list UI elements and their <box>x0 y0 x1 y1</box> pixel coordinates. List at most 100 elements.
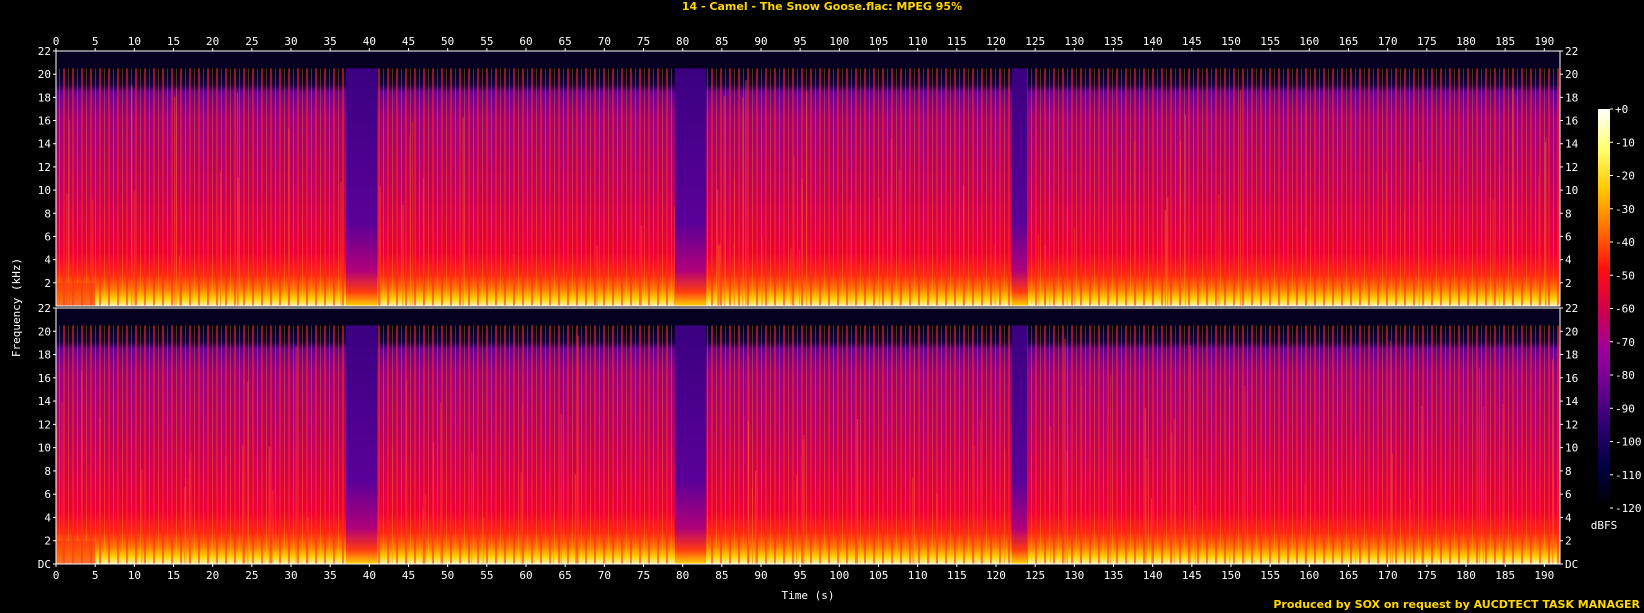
x-tick-label-top: 20 <box>206 35 219 48</box>
y-tick-label: 2 <box>44 535 51 548</box>
transient-line <box>432 442 434 564</box>
x-tick-label-top: 55 <box>480 35 493 48</box>
x-tick-label-top: 105 <box>869 35 889 48</box>
transient-line <box>641 225 643 306</box>
x-tick-label-top: 170 <box>1378 35 1398 48</box>
transient-line <box>1492 199 1494 306</box>
colorbar-tick-label: -40 <box>1615 236 1635 249</box>
x-tick-label-top: 30 <box>284 35 297 48</box>
transient-line <box>1499 164 1501 306</box>
transient-line <box>1050 425 1052 564</box>
x-tick-label: 60 <box>519 569 532 582</box>
transient-line <box>755 470 757 564</box>
y-tick-label-right: 2 <box>1565 277 1572 290</box>
transient-line <box>242 444 244 564</box>
colorbar-tick-label: +0 <box>1615 103 1628 116</box>
transient-line <box>1074 228 1076 306</box>
transient-line <box>422 507 424 564</box>
x-tick-label-top: 0 <box>53 35 60 48</box>
y-tick-label: 20 <box>38 325 51 338</box>
transient-line <box>261 229 263 306</box>
x-tick-label-top: 100 <box>829 35 849 48</box>
transient-lines <box>56 325 1560 564</box>
x-tick-label: 180 <box>1456 569 1476 582</box>
transient-line <box>521 402 523 564</box>
transient-line <box>1403 210 1405 306</box>
x-tick-label-top: 10 <box>128 35 141 48</box>
transient-line <box>406 379 408 564</box>
y-tick-label: 16 <box>38 115 51 128</box>
transient-line <box>272 490 274 564</box>
transient-line <box>1144 407 1146 564</box>
quiet-segment <box>1011 325 1028 564</box>
transient-line <box>307 516 309 564</box>
colorbar-tick-label: -50 <box>1615 269 1635 282</box>
transient-line <box>225 456 227 564</box>
x-tick-label: 120 <box>986 569 1006 582</box>
transient-line <box>1355 435 1357 564</box>
transient-line <box>1004 448 1006 564</box>
x-tick-label: 0 <box>53 569 60 582</box>
x-tick-label: 125 <box>1025 569 1045 582</box>
x-tick-label: 35 <box>324 569 337 582</box>
transient-line <box>1552 359 1554 564</box>
x-tick-label: 65 <box>559 569 572 582</box>
transient-line <box>141 469 143 564</box>
transient-line <box>962 185 964 306</box>
x-tick-label: 165 <box>1339 569 1359 582</box>
transient-line <box>131 85 133 306</box>
x-axis-label: Time (s) <box>782 589 835 602</box>
x-tick-label-top: 25 <box>245 35 258 48</box>
spectrogram-channel-2 <box>56 308 1560 564</box>
transient-line <box>1066 207 1068 306</box>
transient-line <box>1512 87 1514 307</box>
x-tick-label-top: 180 <box>1456 35 1476 48</box>
intro-lowband <box>56 282 96 306</box>
transient-line <box>1189 345 1191 564</box>
y-tick-label: 12 <box>38 418 51 431</box>
transient-line <box>1409 497 1411 564</box>
y-tick-label-right: 8 <box>1565 465 1572 478</box>
y-tick-label-right: 12 <box>1565 161 1578 174</box>
transient-line <box>1151 498 1153 564</box>
transient-line <box>801 178 803 306</box>
quiet-segment <box>345 325 378 564</box>
transient-line <box>402 204 404 306</box>
y-tick-label-right: 4 <box>1565 511 1572 524</box>
colorbar-tick-label: -30 <box>1615 203 1635 216</box>
x-tick-label: 140 <box>1143 569 1163 582</box>
y-axis-label: Frequency (kHz) <box>10 258 23 357</box>
transient-line <box>574 474 576 564</box>
transient-line <box>761 236 763 306</box>
transient-line <box>1385 172 1387 306</box>
transient-line <box>440 402 442 564</box>
transient-line <box>1044 245 1046 306</box>
transient-line <box>1389 340 1391 564</box>
transient-line <box>1049 98 1051 306</box>
transient-line <box>1229 388 1231 564</box>
x-tick-label: 170 <box>1378 569 1398 582</box>
x-tick-label-top: 5 <box>92 35 99 48</box>
transient-line <box>520 472 522 564</box>
transient-line <box>61 402 63 564</box>
x-tick-label: 25 <box>245 569 258 582</box>
transient-line <box>133 191 135 306</box>
x-tick-label-top: 95 <box>794 35 807 48</box>
x-tick-label: 100 <box>829 569 849 582</box>
x-tick-label-top: 125 <box>1025 35 1045 48</box>
y-tick-label-right: 18 <box>1565 91 1578 104</box>
x-tick-label-top: 60 <box>519 35 532 48</box>
x-tick-label-top: 150 <box>1221 35 1241 48</box>
x-tick-label: 85 <box>715 569 728 582</box>
transient-line <box>482 517 484 564</box>
y-tick-label-right: 10 <box>1565 442 1578 455</box>
transient-line <box>723 95 725 306</box>
y-tick-label-right: 14 <box>1565 138 1579 151</box>
x-tick-label-top: 145 <box>1182 35 1202 48</box>
y-tick-label: 22 <box>38 45 51 58</box>
transient-line <box>718 245 720 306</box>
x-tick-label: 105 <box>869 569 889 582</box>
x-tick-label-top: 110 <box>908 35 928 48</box>
transient-line <box>1545 137 1547 306</box>
transient-line <box>68 119 70 306</box>
